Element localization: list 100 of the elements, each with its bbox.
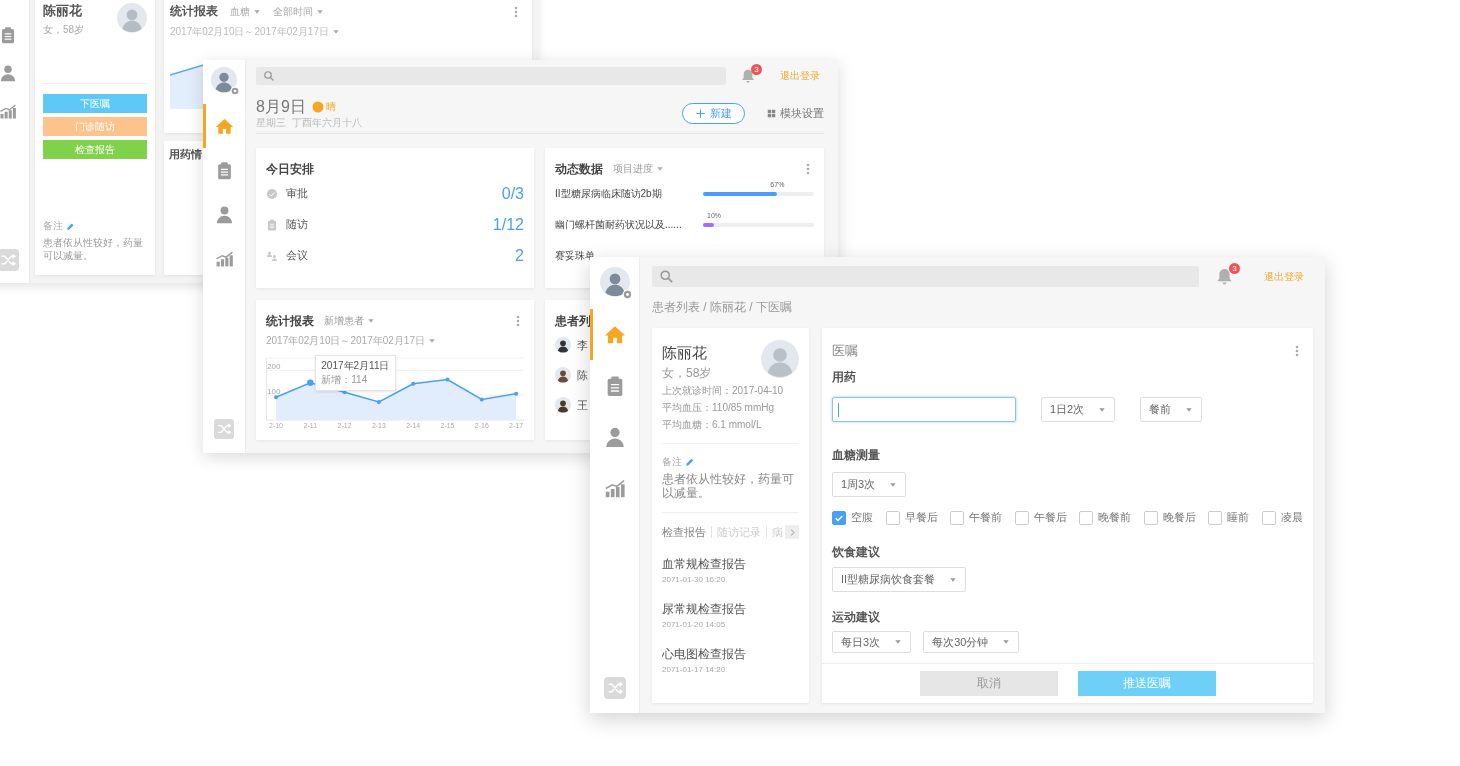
caret-icon xyxy=(1002,638,1011,646)
medication-input[interactable] xyxy=(832,397,1016,422)
search-field[interactable] xyxy=(256,67,726,85)
person-icon xyxy=(0,64,17,82)
project-label: 幽门螺杆菌耐药状况以及...... xyxy=(555,217,683,232)
patient-name: 陈丽花 xyxy=(43,3,83,19)
tick-label: 200 xyxy=(267,361,281,371)
schedule-count: 0/3 xyxy=(501,184,524,203)
clipboard-icon xyxy=(266,218,278,231)
caret-icon xyxy=(428,337,436,345)
report-title: 血常规检查报告 xyxy=(662,557,747,572)
filter-dropdown[interactable]: 血糖 xyxy=(230,4,261,19)
checkbox[interactable] xyxy=(1143,510,1158,525)
data-point xyxy=(479,397,484,402)
caret-icon xyxy=(889,480,898,489)
search-icon xyxy=(659,269,674,284)
notification-badge: 3 xyxy=(1229,263,1240,274)
gear-icon xyxy=(230,86,240,96)
dropdown[interactable]: 餐前 xyxy=(1140,397,1203,422)
dropdown[interactable]: II型糖尿病饮食套餐 xyxy=(832,567,967,592)
gear-icon xyxy=(621,289,633,300)
checkbox-label: 早餐后 xyxy=(904,510,938,525)
date-range-dropdown[interactable]: 2017年02月10日～2017年02月17日 xyxy=(266,334,436,348)
person-icon xyxy=(603,425,626,448)
action-button[interactable]: 检查报告 xyxy=(43,140,147,159)
report-date: 2071-01-20 14:05 xyxy=(662,620,727,629)
caret-icon xyxy=(367,317,375,325)
action-button[interactable]: 下医嘱 xyxy=(43,94,147,113)
plus-icon xyxy=(695,107,706,119)
dropdown[interactable]: 每日3次 xyxy=(832,631,912,653)
caret-icon xyxy=(894,638,903,646)
tabs-scroll-button[interactable] xyxy=(785,525,799,539)
home-icon xyxy=(214,116,234,136)
tooltip-title: 2017年2月11日 xyxy=(321,358,390,373)
section-label: 血糖测量 xyxy=(832,448,881,463)
patient-name: 王 xyxy=(577,397,588,413)
avatar-icon xyxy=(117,3,147,33)
checkbox-label: 睡前 xyxy=(1227,510,1250,525)
report-title: 尿常规检查报告 xyxy=(662,602,747,617)
data-point xyxy=(445,377,450,382)
checkbox[interactable] xyxy=(1079,510,1094,525)
logout-link[interactable]: 退出登录 xyxy=(780,69,820,83)
filter-dropdown[interactable]: 新增患者 xyxy=(324,314,375,328)
caret-icon xyxy=(949,575,958,584)
new-button[interactable]: 新建 xyxy=(682,102,745,124)
dropdown[interactable]: 每次30分钟 xyxy=(923,631,1020,653)
notifications-button[interactable] xyxy=(740,68,756,84)
tab[interactable]: 检查报告 xyxy=(662,525,706,539)
search-icon xyxy=(263,70,275,82)
note-text: 患者依从性较好，药量可以减量。 xyxy=(43,236,144,262)
shuffle-icon[interactable] xyxy=(603,677,626,699)
search-field[interactable] xyxy=(652,266,1199,287)
data-point xyxy=(307,379,314,386)
tick-label: 100 xyxy=(267,386,281,396)
patient-detail: 平均血压：110/85 mmHg xyxy=(662,402,776,414)
module-settings-button[interactable]: 模块设置 xyxy=(767,105,824,121)
people-icon xyxy=(266,249,278,262)
dropdown[interactable]: 1日2次 xyxy=(1041,397,1116,422)
schedule-count: 2 xyxy=(515,246,524,265)
section-label: 运动建议 xyxy=(832,610,881,625)
shuffle-icon[interactable] xyxy=(214,419,234,439)
card-title: 动态数据 xyxy=(555,160,603,178)
avatar-icon xyxy=(761,340,799,378)
action-button[interactable]: 门诊随访 xyxy=(43,117,147,136)
shuffle-icon[interactable] xyxy=(0,249,19,271)
filter-dropdown[interactable]: 全部时间 xyxy=(273,4,324,19)
card-title: 统计报表 xyxy=(266,312,314,330)
data-point xyxy=(411,381,416,386)
report-date: 2071-01-17 14:20 xyxy=(662,665,727,674)
dropdown[interactable]: 1周3次 xyxy=(832,472,907,497)
pencil-icon xyxy=(685,457,695,467)
notifications-button[interactable] xyxy=(1215,267,1234,286)
report-date: 2071-01-30 16:20 xyxy=(662,575,727,584)
check-circle-icon xyxy=(266,187,278,200)
checkbox-label: 午餐前 xyxy=(969,510,1003,525)
filter-dropdown[interactable]: 项目进度 xyxy=(613,162,664,176)
patient-name: 李 xyxy=(577,337,588,353)
patient-name: 陈丽花 xyxy=(662,344,708,362)
avatar-icon xyxy=(599,267,630,297)
checkbox-label: 晚餐后 xyxy=(1162,510,1196,525)
avatar-icon xyxy=(555,337,571,353)
caret-icon xyxy=(1185,405,1194,414)
checkbox[interactable] xyxy=(950,510,965,525)
tooltip-value: 新增：114 xyxy=(321,372,369,387)
checkbox[interactable] xyxy=(1014,510,1029,525)
report-title: 心电图检查报告 xyxy=(662,647,747,662)
checkbox[interactable] xyxy=(1208,510,1223,525)
checkbox[interactable] xyxy=(832,510,846,525)
logout-link[interactable]: 退出登录 xyxy=(1264,269,1304,284)
breadcrumb: 患者列表 / 陈丽花 / 下医嘱 xyxy=(652,300,793,314)
push-button[interactable]: 推送医嘱 xyxy=(1077,671,1216,696)
section-label: 饮食建议 xyxy=(832,545,881,560)
avatar-icon xyxy=(211,67,237,93)
checkbox[interactable] xyxy=(885,510,900,525)
patient-detail: 上次就诊时间：2017-04-10 xyxy=(662,385,785,397)
schedule-count: 1/12 xyxy=(492,215,524,234)
checkbox[interactable] xyxy=(1261,510,1276,525)
checkbox-label: 空腹 xyxy=(851,510,873,525)
schedule-label: 随访 xyxy=(286,217,308,232)
caret-icon xyxy=(1098,405,1107,414)
